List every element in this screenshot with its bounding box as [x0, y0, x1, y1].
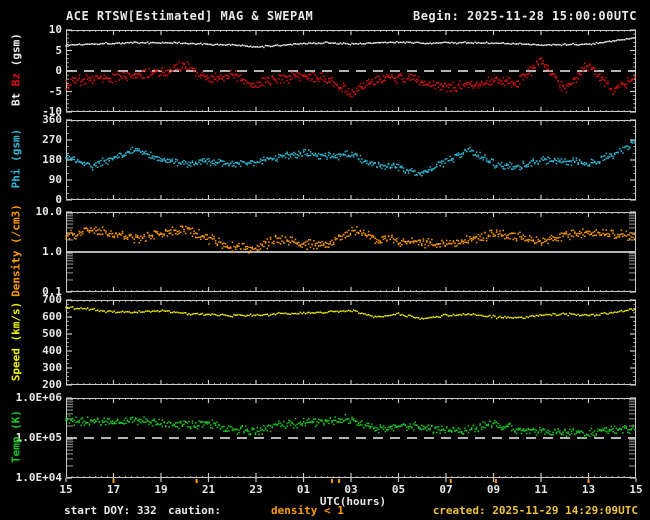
- page-title: ACE RTSW[Estimated] MAG & SWEPAM: [66, 9, 314, 23]
- caution-label: caution:: [168, 504, 221, 517]
- series-bt: [65, 37, 636, 49]
- panel-bt-bz-plot: [65, 29, 636, 113]
- y-axis-label-part: Bz: [9, 66, 23, 87]
- caution-value: density < 1: [271, 504, 344, 517]
- y-axis-label-part: Phi (gsm): [9, 128, 23, 189]
- y-axis-label-part: Temp (K): [9, 410, 23, 463]
- panel-temp-plot: [65, 397, 636, 479]
- start-doy-label: start DOY: 332: [64, 504, 157, 517]
- series-speed: [65, 306, 636, 320]
- series-phi: [65, 140, 636, 177]
- begin-timestamp: Begin: 2025-11-28 15:00:00UTC: [412, 9, 637, 23]
- series-density: [65, 225, 636, 254]
- series-temp: [65, 414, 636, 439]
- panel-density-plot: [65, 211, 636, 293]
- created-timestamp: created: 2025-11-29 14:29:09UTC: [432, 504, 638, 517]
- y-axis-label-part: (gsm): [9, 33, 23, 67]
- y-axis-label-temp: Temp (K): [10, 367, 23, 507]
- x-axis-extras: [65, 478, 637, 483]
- panel-phi-plot: [65, 119, 636, 201]
- panel-speed-plot: [65, 299, 636, 386]
- series-bz: [65, 57, 636, 98]
- ace-rtsw-plot-window: ACE RTSW[Estimated] MAG & SWEPAM Begin: …: [0, 0, 650, 520]
